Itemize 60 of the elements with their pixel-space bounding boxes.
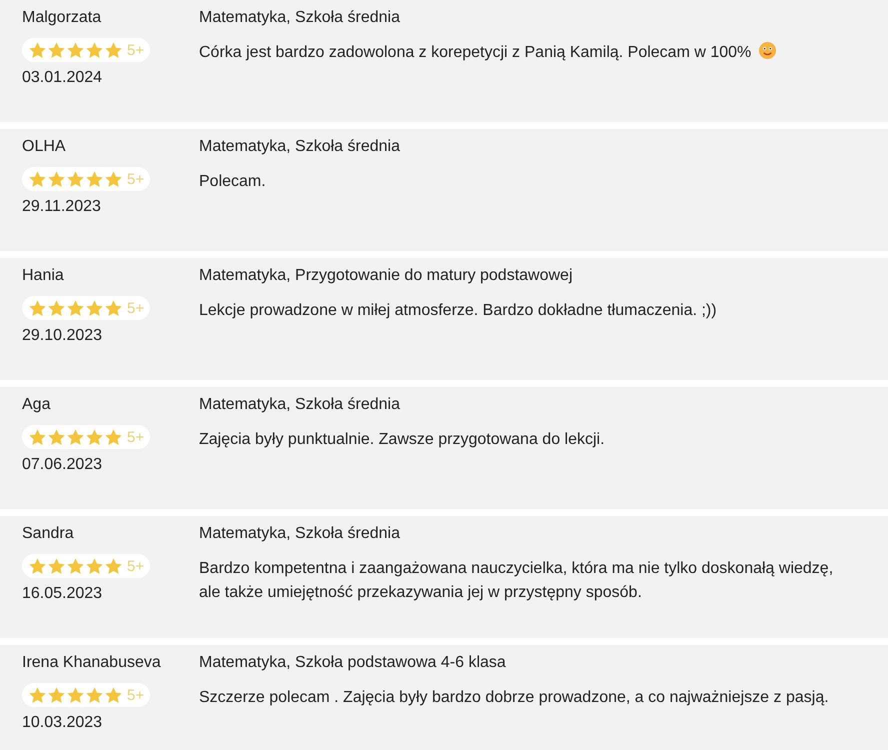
star-icon	[66, 298, 85, 318]
star-icon	[47, 428, 66, 446]
star-icon	[85, 40, 104, 60]
reviewer-name: OLHA	[22, 137, 66, 157]
star-icon	[28, 428, 47, 446]
star-icon	[104, 428, 123, 446]
star-icon	[28, 170, 47, 188]
star-icon	[85, 298, 104, 318]
review-text: Lekcje prowadzone w miłej atmosferze. Bardzo dokładne tłumaczenia. ;))	[199, 302, 717, 319]
review-date: 29.11.2023	[22, 197, 101, 217]
rating-grade: 5+	[127, 300, 144, 316]
star-icon	[28, 298, 47, 318]
review-date: 03.01.2024	[22, 68, 102, 88]
star-icon	[47, 298, 66, 318]
star-icon	[28, 556, 47, 576]
star-icon	[66, 556, 85, 576]
review-subject: Matematyka, Szkoła podstawowa 4-6 klasa	[199, 653, 507, 673]
review-text: Bardzo kompetentna i zaangażowana nauczycielka, która ma nie tylko doskonałą wiedzę, ale także umiejętność przekazywania jej w przystępny sposób.	[199, 560, 834, 601]
review-text: Córka jest bardzo zadowolona z korepetycji z Panią Kamilą. Polecam w 100%	[199, 44, 752, 61]
star-icon	[47, 40, 66, 60]
review-date: 10.03.2023	[22, 713, 102, 733]
star-icon	[85, 556, 104, 576]
review-subject: Matematyka, Szkoła średnia	[199, 395, 401, 415]
review-date: 29.10.2023	[22, 326, 102, 346]
rating-grade: 5+	[127, 558, 144, 574]
rating-grade: 5+	[127, 170, 144, 188]
reviewer-name: Sandra	[22, 524, 74, 544]
review-subject: Matematyka, Szkoła średnia	[199, 8, 401, 28]
review-text: Szczerze polecam . Zajęcia były bardzo dobrze prowadzone, a co najważniejsze z pasją.	[199, 689, 829, 706]
rating-grade: 5+	[127, 428, 144, 446]
star-icon	[28, 686, 47, 704]
star-icon	[104, 170, 123, 188]
star-icon	[47, 556, 66, 576]
review-text: Polecam.	[199, 173, 266, 190]
rating-grade: 5+	[127, 686, 144, 704]
star-icon	[104, 686, 123, 704]
star-icon	[66, 686, 85, 704]
reviewer-name: Aga	[22, 395, 50, 415]
star-icon	[85, 428, 104, 446]
star-icon	[47, 686, 66, 704]
star-icon	[47, 170, 66, 188]
rating-grade: 5+	[127, 42, 144, 58]
review-date: 16.05.2023	[22, 584, 102, 604]
review-date: 07.06.2023	[22, 455, 102, 475]
reviewer-name: Irena Khanabuseva	[22, 653, 161, 673]
star-icon	[104, 556, 123, 576]
reviewer-name: Hania	[22, 266, 64, 286]
review-text: Zajęcia były punktualnie. Zawsze przygotowana do lekcji.	[199, 431, 605, 448]
star-icon	[85, 170, 104, 188]
review-subject: Matematyka, Szkoła średnia	[199, 524, 401, 544]
reviewer-name: Malgorzata	[22, 8, 102, 28]
review-subject: Matematyka, Przygotowanie do matury podstawowej	[199, 266, 574, 286]
star-icon	[104, 40, 123, 60]
star-icon	[85, 686, 104, 704]
star-icon	[66, 40, 85, 60]
star-icon	[104, 298, 123, 318]
star-icon	[66, 170, 85, 188]
star-icon	[28, 40, 47, 60]
review-subject: Matematyka, Szkoła średnia	[199, 137, 401, 157]
star-icon	[66, 428, 85, 446]
